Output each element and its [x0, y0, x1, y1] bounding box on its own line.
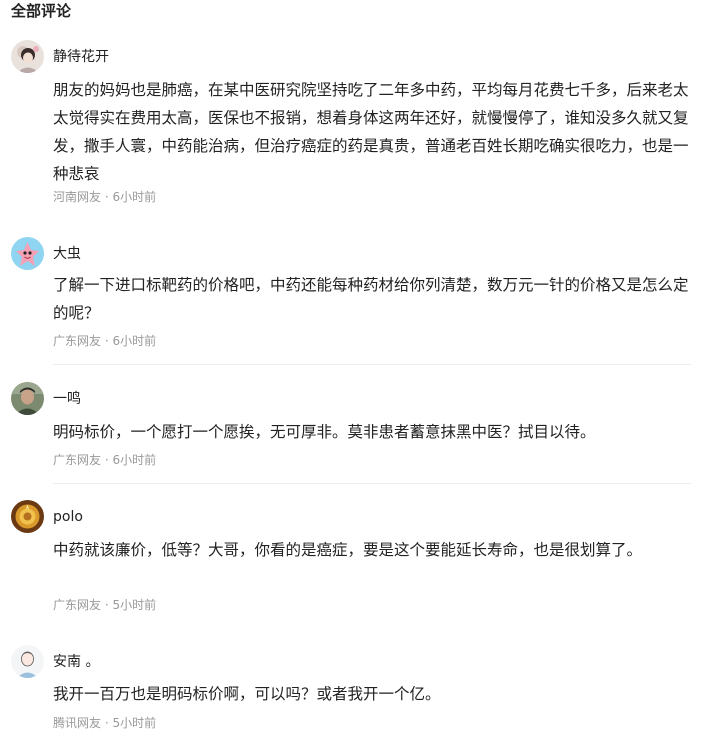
comment-text: 朋友的妈妈也是肺癌，在某中医研究院坚持吃了二年多中药，平均每月花费七千多，后来老… — [53, 81, 689, 183]
comment-username[interactable]: 大虫 — [53, 244, 81, 264]
avatar-flower-girl-icon[interactable] — [11, 40, 44, 73]
avatar-pink-starfish-icon[interactable] — [11, 237, 44, 270]
avatar-sketch-portrait-icon[interactable] — [11, 645, 44, 678]
comment-time: 6小时前 — [112, 190, 157, 204]
comment-location: 腾讯网友 — [53, 716, 102, 730]
comment-username[interactable]: 安南 。 — [53, 652, 99, 672]
comment-meta: 河南网友 · 6小时前 — [53, 189, 156, 205]
section-title: 全部评论 — [11, 2, 72, 20]
comment-meta: 广东网友 · 6小时前 — [53, 333, 156, 349]
meta-separator: · — [104, 190, 109, 204]
comment-meta: 腾讯网友 · 5小时前 — [53, 715, 156, 731]
comment-location: 广东网友 — [53, 334, 102, 348]
comment-time: 6小时前 — [112, 334, 157, 348]
comment-location: 广东网友 — [53, 453, 102, 467]
meta-separator: · — [104, 716, 109, 730]
avatar-golden-emblem-icon[interactable] — [11, 500, 44, 533]
comment-meta: 广东网友 · 6小时前 — [53, 452, 156, 468]
comment-location: 河南网友 — [53, 190, 102, 204]
comment-text: 中药就该廉价，低等？大哥，你看的是癌症，要是这个要能延长寿命，也是很划算了。 — [53, 541, 643, 559]
meta-separator: · — [104, 453, 109, 467]
comment-time: 6小时前 — [112, 453, 157, 467]
comment-meta: 广东网友 · 5小时前 — [53, 597, 156, 613]
comment-username[interactable]: 静待花开 — [53, 47, 109, 67]
meta-separator: · — [104, 334, 109, 348]
avatar-man-photo-icon[interactable] — [11, 382, 44, 415]
comment-time: 5小时前 — [112, 598, 157, 612]
meta-separator: · — [104, 598, 109, 612]
comment-text: 明码标价，一个愿打一个愿挨，无可厚非。莫非患者蓄意抹黑中医？拭目以待。 — [53, 423, 596, 441]
comment-username[interactable]: polo — [53, 507, 83, 527]
comment-divider — [53, 483, 691, 484]
comment-text: 我开一百万也是明码标价啊，可以吗？或者我开一个亿。 — [53, 685, 441, 703]
comment-username[interactable]: 一鸣 — [53, 389, 81, 409]
comment-location: 广东网友 — [53, 598, 102, 612]
comment-divider — [53, 364, 691, 365]
comment-time: 5小时前 — [112, 716, 157, 730]
comment-text: 了解一下进口标靶药的价格吧，中药还能每种药材给你列清楚，数万元一针的价格又是怎么… — [53, 276, 689, 322]
